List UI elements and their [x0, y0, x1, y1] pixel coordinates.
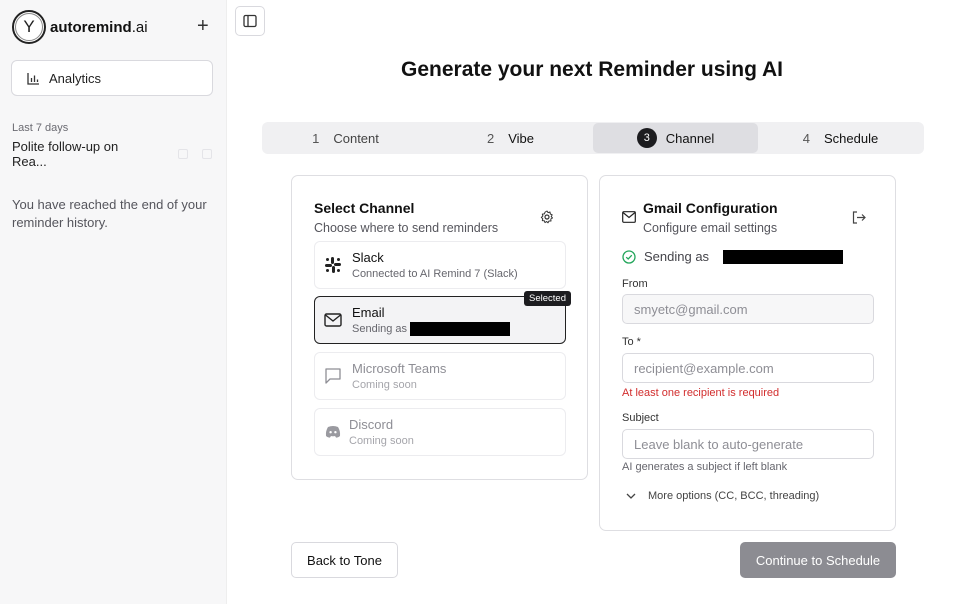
bar-chart-icon	[27, 72, 39, 85]
more-options-toggle[interactable]: More options (CC, BCC, threading)	[626, 490, 819, 502]
history-section-label: Last 7 days	[12, 122, 69, 134]
analytics-button[interactable]: Analytics	[11, 60, 213, 96]
subject-hint: AI generates a subject if left blank	[622, 461, 788, 473]
channel-option-discord: Discord Coming soon	[314, 408, 566, 456]
history-item-title: Polite follow-up on Rea...	[12, 139, 119, 169]
card-subtitle: Configure email settings	[643, 221, 778, 235]
gmail-config-card: Gmail Configuration Configure email sett…	[599, 175, 896, 531]
mail-icon	[622, 211, 636, 223]
gear-icon[interactable]	[540, 210, 554, 224]
sending-as-status: Sending as	[622, 249, 844, 264]
channel-desc: Sending as	[352, 322, 408, 335]
continue-button[interactable]: Continue to Schedule	[740, 542, 896, 578]
step-channel[interactable]: 3 Channel	[593, 123, 758, 153]
from-label: From	[622, 278, 648, 290]
step-schedule[interactable]: 4 Schedule	[758, 123, 923, 153]
discord-icon	[323, 422, 343, 442]
step-vibe[interactable]: 2 Vibe	[428, 123, 593, 153]
brand[interactable]: Y autoremind.ai	[12, 10, 148, 44]
history-item-actions	[178, 149, 212, 159]
card-title: Select Channel	[314, 200, 415, 216]
channel-name: Discord	[349, 416, 394, 432]
edit-icon[interactable]	[178, 149, 188, 159]
redacted-email	[410, 321, 511, 336]
channel-option-email[interactable]: Email Sending as Selected	[314, 291, 571, 344]
mail-icon	[323, 310, 343, 330]
channel-name: Email	[352, 304, 385, 320]
chevron-down-icon	[626, 493, 636, 499]
sidebar-toggle-button[interactable]	[235, 6, 265, 36]
chat-icon	[323, 366, 343, 386]
channel-name: Slack	[352, 249, 384, 265]
stepper: 1 Content 2 Vibe 3 Channel 4 Schedule	[262, 122, 924, 154]
from-field	[622, 294, 874, 324]
to-label: To *	[622, 336, 641, 348]
check-circle-icon	[622, 249, 636, 264]
logo-icon: Y	[12, 10, 46, 44]
brand-name: autoremind.ai	[50, 18, 148, 36]
page-title: Generate your next Reminder using AI	[401, 58, 783, 81]
channel-name: Microsoft Teams	[352, 360, 447, 376]
select-channel-card: Select Channel Choose where to send remi…	[291, 175, 588, 480]
to-error: At least one recipient is required	[622, 387, 780, 399]
card-subtitle: Choose where to send reminders	[314, 221, 499, 235]
slack-icon	[323, 255, 343, 275]
channel-option-teams: Microsoft Teams Coming soon	[314, 352, 566, 400]
analytics-label: Analytics	[49, 70, 102, 86]
subject-field[interactable]	[622, 429, 874, 459]
history-item[interactable]: Polite follow-up on Rea...	[12, 139, 212, 169]
subject-label: Subject	[622, 412, 659, 424]
channel-desc: Coming soon	[352, 378, 417, 391]
to-field[interactable]	[622, 353, 874, 383]
back-button[interactable]: Back to Tone	[291, 542, 398, 578]
sending-as-label: Sending as	[644, 249, 710, 264]
more-options-label: More options (CC, BCC, threading)	[648, 490, 820, 502]
redacted-email	[723, 249, 844, 264]
channel-desc: Connected to AI Remind 7 (Slack)	[352, 267, 518, 280]
sidebar: Y autoremind.ai + Analytics Last 7 days …	[0, 0, 227, 604]
sidebar-toggle-icon	[243, 14, 257, 28]
delete-icon[interactable]	[202, 149, 212, 159]
step-content[interactable]: 1 Content	[263, 123, 428, 153]
channel-desc: Coming soon	[349, 434, 414, 447]
channel-option-slack[interactable]: Slack Connected to AI Remind 7 (Slack)	[314, 241, 566, 289]
logout-icon[interactable]	[852, 211, 866, 224]
selected-badge: Selected	[524, 291, 571, 306]
card-title: Gmail Configuration	[643, 200, 778, 216]
new-reminder-button[interactable]: +	[197, 16, 209, 36]
history-end-note: You have reached the end of your reminde…	[12, 197, 207, 230]
